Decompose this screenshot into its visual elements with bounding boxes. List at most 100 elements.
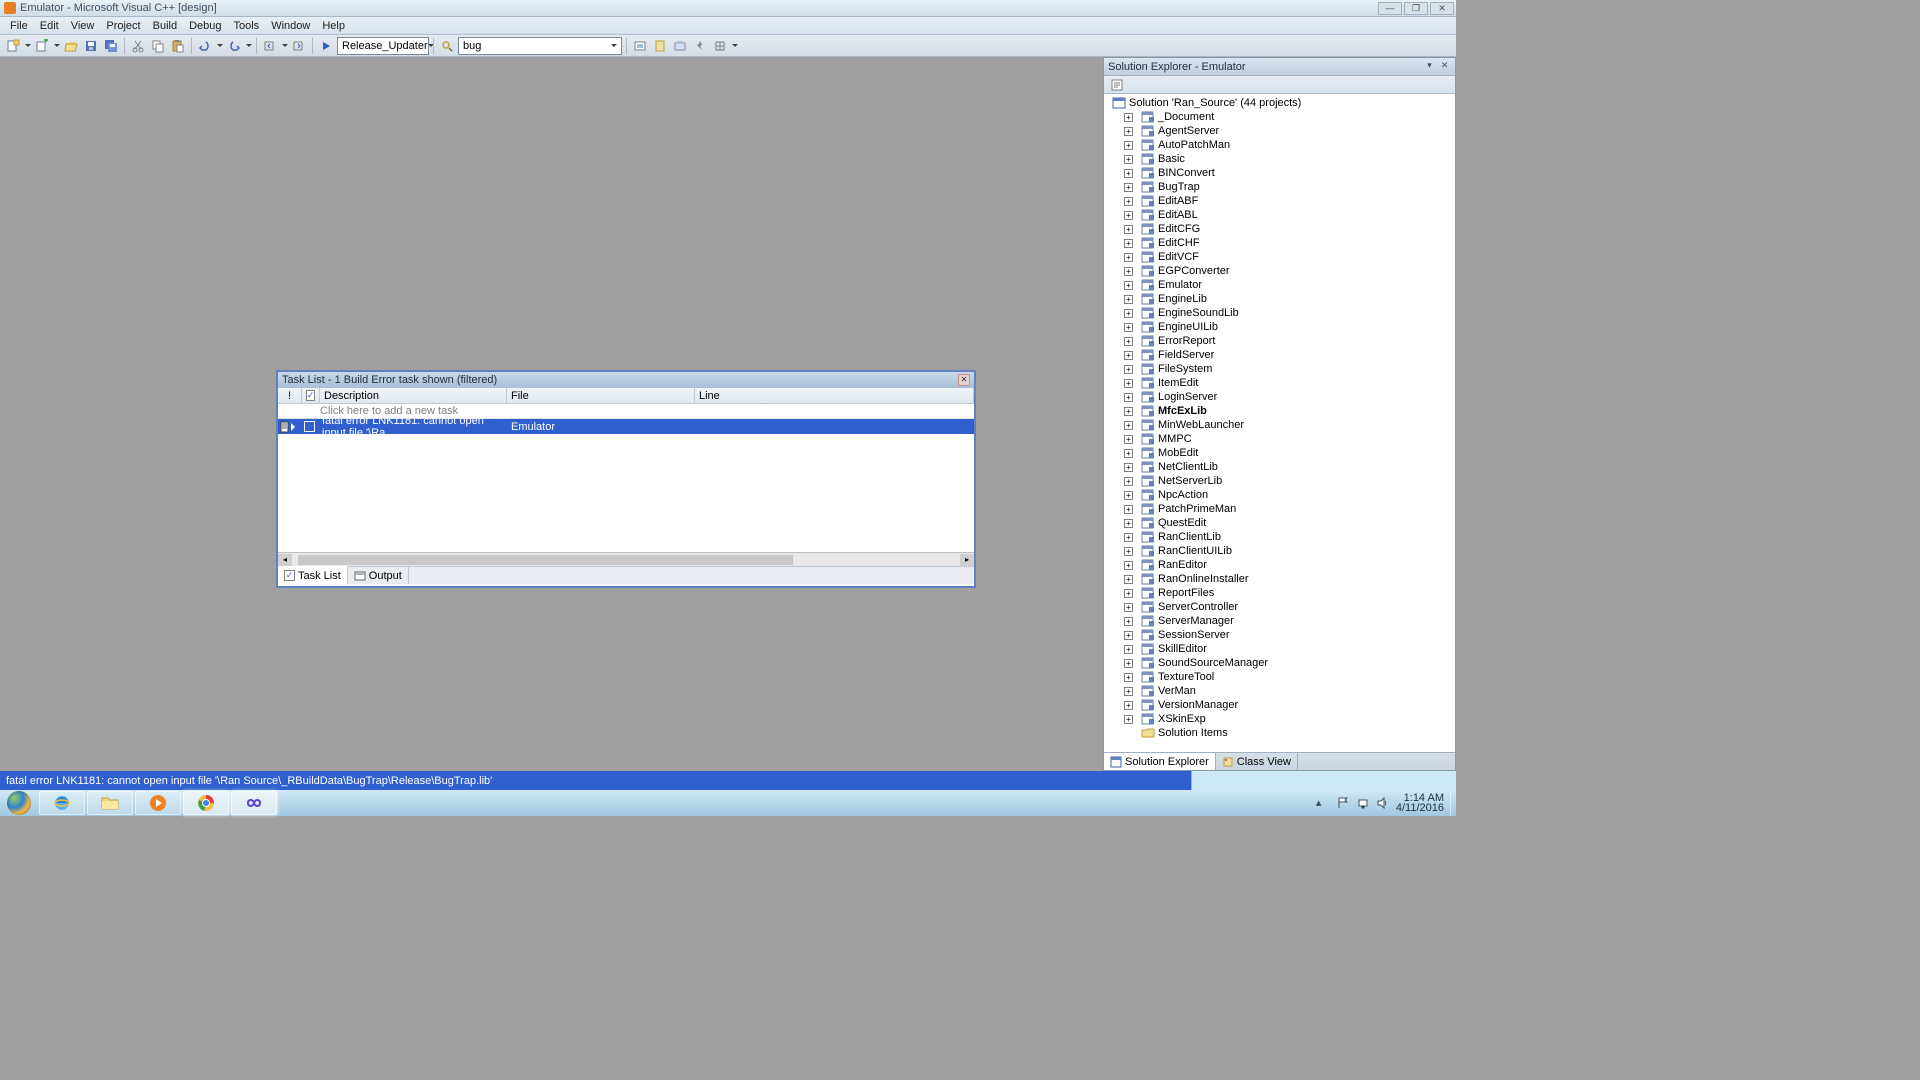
menu-debug[interactable]: Debug: [183, 20, 227, 32]
dropdown-icon[interactable]: [54, 44, 60, 48]
menu-build[interactable]: Build: [147, 20, 183, 32]
redo-button[interactable]: [225, 37, 243, 55]
project-mmpc[interactable]: +MMPC: [1104, 432, 1455, 446]
project-ranclientlib[interactable]: +RanClientLib: [1104, 530, 1455, 544]
col-priority[interactable]: !: [278, 388, 302, 403]
project-errorreport[interactable]: +ErrorReport: [1104, 334, 1455, 348]
expander-icon[interactable]: +: [1124, 631, 1133, 640]
tray-network-icon[interactable]: [1356, 796, 1370, 810]
expander-icon[interactable]: +: [1124, 645, 1133, 654]
project-servercontroller[interactable]: +ServerController: [1104, 600, 1455, 614]
project-questedit[interactable]: +QuestEdit: [1104, 516, 1455, 530]
new-project-button[interactable]: [4, 37, 22, 55]
dropdown-icon[interactable]: [217, 44, 223, 48]
tb-icon-b[interactable]: [651, 37, 669, 55]
task-list-titlebar[interactable]: Task List - 1 Build Error task shown (fi…: [278, 372, 974, 388]
project-basic[interactable]: +Basic: [1104, 152, 1455, 166]
pin-button[interactable]: ▾: [1423, 60, 1436, 73]
expander-icon[interactable]: +: [1124, 659, 1133, 668]
expander-icon[interactable]: +: [1124, 533, 1133, 542]
close-button[interactable]: ✕: [1430, 2, 1454, 15]
expander-icon[interactable]: +: [1124, 281, 1133, 290]
project-editabl[interactable]: +EditABL: [1104, 208, 1455, 222]
project-binconvert[interactable]: +BINConvert: [1104, 166, 1455, 180]
expander-icon[interactable]: +: [1124, 519, 1133, 528]
expander-icon[interactable]: +: [1124, 211, 1133, 220]
tray-flag-icon[interactable]: [1336, 796, 1350, 810]
taskbar-explorer[interactable]: [87, 791, 133, 815]
taskbar-media[interactable]: [135, 791, 181, 815]
project-raneditor[interactable]: +RanEditor: [1104, 558, 1455, 572]
menu-window[interactable]: Window: [265, 20, 316, 32]
project-emulator[interactable]: +Emulator: [1104, 278, 1455, 292]
add-item-button[interactable]: [33, 37, 51, 55]
config-combo[interactable]: Release_Updater: [337, 37, 429, 55]
project-mobedit[interactable]: +MobEdit: [1104, 446, 1455, 460]
task-list-close-button[interactable]: ✕: [958, 374, 970, 386]
expander-icon[interactable]: +: [1124, 407, 1133, 416]
expander-icon[interactable]: +: [1124, 561, 1133, 570]
project-editvcf[interactable]: +EditVCF: [1104, 250, 1455, 264]
expander-icon[interactable]: +: [1124, 701, 1133, 710]
project-texturetool[interactable]: +TextureTool: [1104, 670, 1455, 684]
expander-icon[interactable]: +: [1124, 113, 1133, 122]
expander-icon[interactable]: +: [1124, 337, 1133, 346]
save-all-button[interactable]: [102, 37, 120, 55]
tb-icon-e[interactable]: [711, 37, 729, 55]
project-itemedit[interactable]: +ItemEdit: [1104, 376, 1455, 390]
expander-icon[interactable]: +: [1124, 449, 1133, 458]
expander-icon[interactable]: +: [1124, 323, 1133, 332]
project-netclientlib[interactable]: +NetClientLib: [1104, 460, 1455, 474]
project-soundsourcemanager[interactable]: +SoundSourceManager: [1104, 656, 1455, 670]
project-document[interactable]: +_Document: [1104, 110, 1455, 124]
project-versionmanager[interactable]: +VersionManager: [1104, 698, 1455, 712]
tb-icon-c[interactable]: [671, 37, 689, 55]
tray-volume-icon[interactable]: [1376, 796, 1390, 810]
maximize-button[interactable]: ❐: [1404, 2, 1428, 15]
nav-back-button[interactable]: [261, 37, 279, 55]
project-editabf[interactable]: +EditABF: [1104, 194, 1455, 208]
project-minweblauncher[interactable]: +MinWebLauncher: [1104, 418, 1455, 432]
expander-icon[interactable]: +: [1124, 491, 1133, 500]
tab-task-list[interactable]: ✓Task List: [278, 566, 348, 584]
expander-icon[interactable]: +: [1124, 183, 1133, 192]
solution-explorer-titlebar[interactable]: Solution Explorer - Emulator ▾ ✕: [1104, 58, 1455, 76]
project-skilleditor[interactable]: +SkillEditor: [1104, 642, 1455, 656]
expander-icon[interactable]: +: [1124, 141, 1133, 150]
col-line[interactable]: Line: [695, 388, 974, 403]
expander-icon[interactable]: +: [1124, 421, 1133, 430]
expander-icon[interactable]: +: [1124, 715, 1133, 724]
find-icon[interactable]: [438, 37, 456, 55]
expander-icon[interactable]: +: [1124, 505, 1133, 514]
scroll-thumb[interactable]: [298, 555, 793, 565]
expander-icon[interactable]: +: [1124, 463, 1133, 472]
project-loginserver[interactable]: +LoginServer: [1104, 390, 1455, 404]
tb-icon-d[interactable]: [691, 37, 709, 55]
task-list-row[interactable]: fatal error LNK1181: cannot open input f…: [278, 419, 974, 434]
solution-root[interactable]: Solution 'Ran_Source' (44 projects): [1104, 96, 1455, 110]
project-editchf[interactable]: +EditCHF: [1104, 236, 1455, 250]
project-editcfg[interactable]: +EditCFG: [1104, 222, 1455, 236]
project-xskinexp[interactable]: +XSkinExp: [1104, 712, 1455, 726]
col-description[interactable]: Description: [320, 388, 507, 403]
expander-icon[interactable]: +: [1124, 225, 1133, 234]
expander-icon[interactable]: +: [1124, 617, 1133, 626]
expander-icon[interactable]: +: [1124, 309, 1133, 318]
taskbar-ie[interactable]: [39, 791, 85, 815]
menu-help[interactable]: Help: [316, 20, 351, 32]
expander-icon[interactable]: +: [1124, 477, 1133, 486]
panel-close-button[interactable]: ✕: [1438, 60, 1451, 73]
save-button[interactable]: [82, 37, 100, 55]
task-list-scrollbar[interactable]: ◂ ▸: [278, 552, 974, 566]
expander-icon[interactable]: +: [1124, 603, 1133, 612]
expander-icon[interactable]: +: [1124, 547, 1133, 556]
project-egpconverter[interactable]: +EGPConverter: [1104, 264, 1455, 278]
expander-icon[interactable]: +: [1124, 127, 1133, 136]
expander-icon[interactable]: +: [1124, 589, 1133, 598]
project-filesystem[interactable]: +FileSystem: [1104, 362, 1455, 376]
tray-clock[interactable]: 1:14 AM 4/11/2016: [1396, 793, 1444, 813]
scroll-right-button[interactable]: ▸: [960, 554, 974, 566]
dropdown-icon[interactable]: [25, 44, 31, 48]
solexp-properties-button[interactable]: [1108, 76, 1126, 94]
project-ranonlineinstaller[interactable]: +RanOnlineInstaller: [1104, 572, 1455, 586]
